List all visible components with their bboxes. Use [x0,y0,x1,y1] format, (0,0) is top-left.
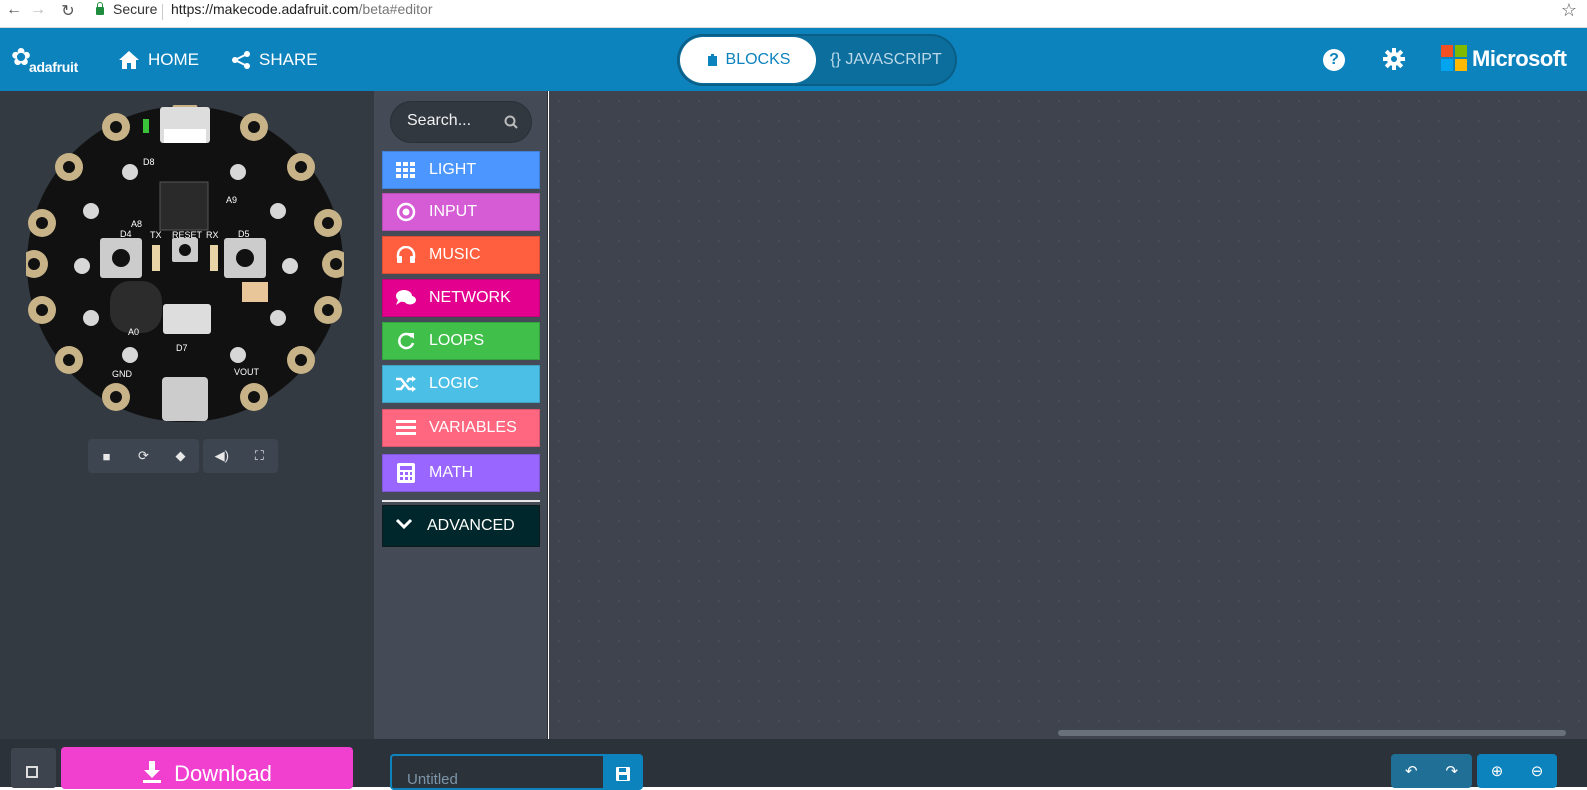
forward-arrow-icon[interactable]: → [28,1,48,19]
download-icon [143,761,162,783]
save-icon [616,767,630,781]
list-icon [395,417,417,439]
svg-text:RESET: RESET [172,230,203,240]
svg-text:GND: GND [112,369,133,379]
reload-icon[interactable]: ↻ [58,1,78,21]
restart-icon[interactable]: ⟳ [134,448,154,464]
category-music[interactable]: MUSIC [382,236,540,274]
chat-icon [395,287,417,309]
url-separator [162,4,163,20]
svg-text:A0: A0 [128,327,139,337]
workspace-scrollbar[interactable] [1058,730,1566,736]
category-label: LOOPS [429,332,485,349]
tab-blocks[interactable]: BLOCKS [680,37,816,83]
grid-icon [395,159,417,181]
category-label: MATH [429,464,474,481]
logo-text: adafruit [29,59,78,75]
home-icon [119,51,139,69]
target-icon [395,201,417,223]
zoom-out-icon[interactable]: ⊖ [1527,762,1547,780]
category-advanced[interactable]: ADVANCED [382,505,540,547]
zoom-in-icon[interactable]: ⊕ [1487,762,1507,780]
svg-text:TX: TX [150,230,162,240]
category-input[interactable]: INPUT [382,193,540,231]
category-loops[interactable]: LOOPS [382,322,540,360]
circuit-playground-board[interactable]: D8 A9 A8 D4 TX RESET RX D5 A0 D7 GND VOUT [20,99,350,428]
svg-text:VOUT: VOUT [234,367,260,377]
undo-redo-controls: ↶ ↷ [1391,754,1472,788]
download-button[interactable]: Download [61,747,353,789]
category-math[interactable]: MATH [382,454,540,492]
calculator-icon [395,462,417,484]
chevron-down-icon [395,517,413,535]
shuffle-icon [395,373,417,395]
blocks-workspace[interactable] [549,91,1587,739]
svg-text:RX: RX [206,230,219,240]
svg-text:A8: A8 [131,219,142,229]
category-network[interactable]: NETWORK [382,279,540,317]
simulator-audio-controls: ◀︎) ⛶ [203,439,278,473]
redo-icon[interactable]: ↷ [1442,762,1462,780]
security-label: Secure [113,1,158,17]
gear-icon[interactable] [1383,48,1405,75]
svg-text:D7: D7 [176,343,188,353]
adafruit-logo[interactable]: ✿ adafruit [11,46,78,76]
home-label: HOME [148,50,199,69]
toolbox-divider [382,500,540,502]
lock-icon [96,2,104,15]
help-icon[interactable]: ? [1323,49,1345,71]
svg-text:D8: D8 [143,157,155,167]
slow-motion-icon[interactable]: ◆ [171,448,191,464]
url-host: https://makecode.adafruit.com [171,1,359,17]
undo-icon[interactable]: ↶ [1401,762,1421,780]
share-button[interactable]: SHARE [231,50,318,70]
bookmark-star-icon[interactable]: ☆ [1561,0,1577,21]
toolbox-search[interactable] [390,101,532,143]
category-label: LOGIC [429,375,479,392]
share-label: SHARE [259,50,318,69]
category-label: VARIABLES [429,419,517,436]
category-variables[interactable]: VARIABLES [382,409,540,447]
url-path: /beta#editor [358,1,433,17]
download-label: Download [174,761,272,786]
url-text[interactable]: https://makecode.adafruit.com/beta#edito… [171,1,433,17]
stop-icon[interactable]: ■ [97,449,117,464]
puzzle-icon [707,54,717,66]
category-label: INPUT [429,203,477,220]
category-label: MUSIC [429,246,481,263]
zoom-controls: ⊕ ⊖ [1477,754,1557,788]
category-logic[interactable]: LOGIC [382,365,540,403]
search-icon[interactable] [504,115,518,129]
svg-text:D4: D4 [120,229,132,239]
fullscreen-icon[interactable]: ⛶ [249,448,269,464]
tab-blocks-label: BLOCKS [725,51,791,68]
headphones-icon [395,244,417,266]
back-arrow-icon[interactable]: ← [4,1,24,19]
save-button[interactable] [603,754,643,790]
collapse-icon [26,766,38,778]
refresh-icon [395,330,417,352]
collapse-simulator-button[interactable] [11,748,56,788]
svg-text:D5: D5 [238,229,250,239]
project-name-input[interactable] [390,754,603,790]
tab-javascript-label: {} JAVASCRIPT [830,51,942,68]
svg-text:A9: A9 [226,195,237,205]
category-label: NETWORK [429,289,511,306]
search-input[interactable] [407,112,497,130]
tab-javascript[interactable]: {} JAVASCRIPT [818,37,954,83]
share-icon [232,51,250,69]
category-label: LIGHT [429,161,477,178]
simulator-controls: ■ ⟳ ◆ [88,439,199,473]
advanced-label: ADVANCED [427,517,515,534]
category-light[interactable]: LIGHT [382,151,540,189]
microsoft-brand[interactable]: Microsoft [1472,46,1567,72]
home-button[interactable]: HOME [118,50,199,70]
mute-icon[interactable]: ◀︎) [212,448,232,464]
microsoft-logo-icon [1441,45,1467,71]
